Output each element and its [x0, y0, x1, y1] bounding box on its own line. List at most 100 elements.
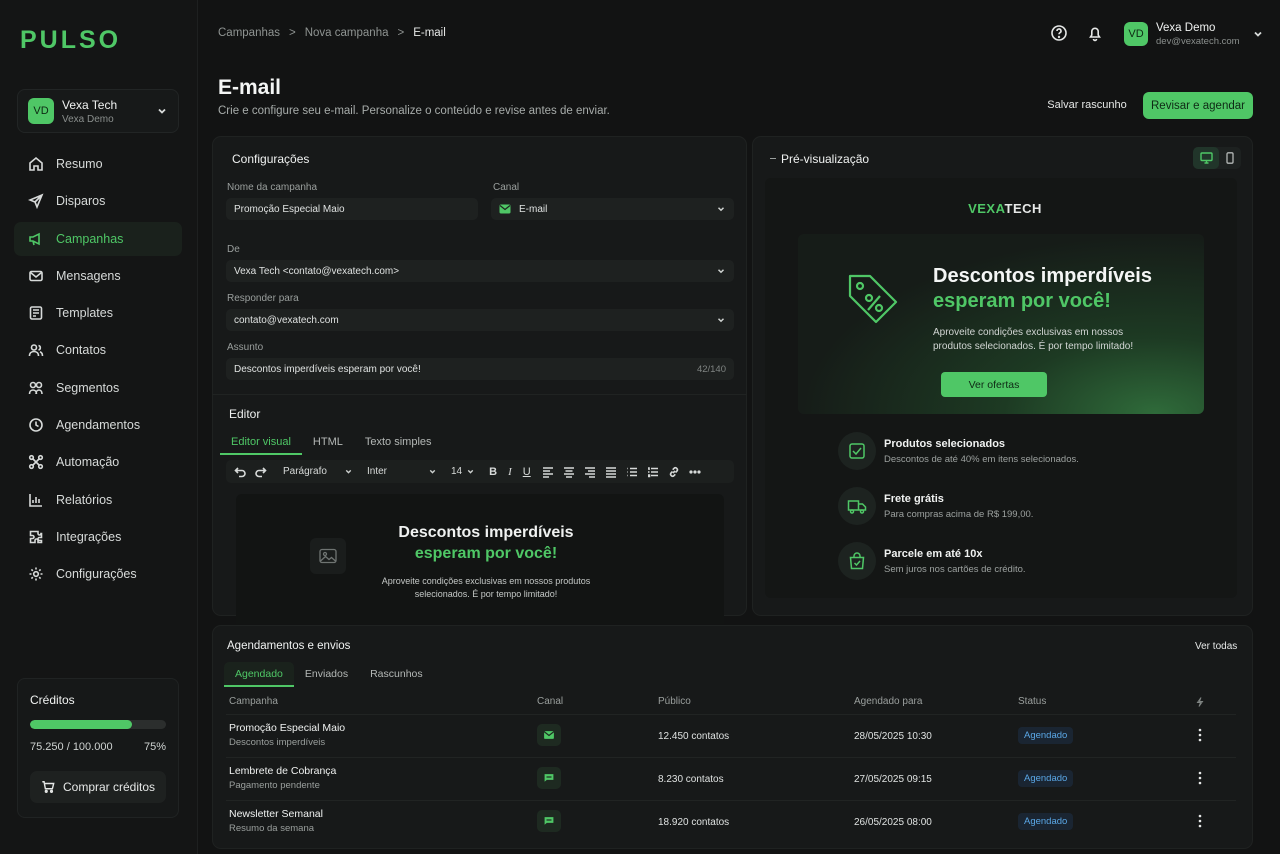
paragraph-select[interactable]: Parágrafo [283, 466, 353, 477]
sidebar-item-agendamentos[interactable]: Agendamentos [14, 408, 182, 442]
users-icon [28, 344, 44, 357]
user-avatar: VD [1124, 22, 1148, 46]
feature-title: Frete grátis [884, 492, 944, 505]
numbered-list-icon[interactable] [647, 466, 659, 478]
chevron-down-icon [158, 108, 166, 114]
table-row[interactable]: Newsletter Semanal Resumo da semana 18.9… [226, 800, 1236, 843]
undo-icon[interactable] [234, 466, 246, 478]
puzzle-icon [29, 530, 43, 544]
italic-button[interactable]: I [508, 466, 512, 478]
mobile-icon [1226, 152, 1234, 164]
review-schedule-button[interactable]: Revisar e agendar [1143, 92, 1253, 119]
campaign-name-input[interactable]: Promoção Especial Maio [226, 198, 478, 220]
subject-input[interactable]: Descontos imperdíveis esperam por você! … [226, 358, 734, 380]
row-audience: 8.230 contatos [658, 774, 724, 785]
font-value: Inter [367, 466, 388, 477]
sidebar: PULSO VD Vexa Tech Vexa Demo Resumo Disp… [0, 0, 198, 854]
sidebar-item-relatorios[interactable]: Relatórios [14, 483, 182, 517]
row-menu-icon[interactable] [1193, 813, 1207, 829]
row-campaign-sub: Resumo da semana [229, 823, 315, 834]
tab-editor-visual[interactable]: Editor visual [220, 430, 302, 455]
mobile-view-button[interactable] [1219, 147, 1241, 169]
megaphone-icon [29, 232, 40, 245]
align-left-icon[interactable] [542, 466, 554, 478]
buy-credits-button[interactable]: Comprar créditos [30, 771, 166, 803]
tab-rascunhos[interactable]: Rascunhos [359, 662, 434, 686]
campaign-name-value: Promoção Especial Maio [234, 203, 345, 215]
align-center-icon[interactable] [563, 466, 575, 478]
bold-button[interactable]: B [489, 466, 497, 478]
tab-agendado[interactable]: Agendado [224, 662, 294, 687]
sidebar-item-label: Disparos [56, 194, 106, 209]
breadcrumb-nova-campanha[interactable]: Nova campanha [305, 27, 389, 39]
sidebar-item-templates[interactable]: Templates [14, 296, 182, 330]
cta-ver-ofertas-button[interactable]: Ver ofertas [941, 372, 1047, 397]
column-header-agendado-para: Agendado para [854, 696, 923, 707]
feature-icon-wrap [838, 542, 876, 580]
sidebar-item-resumo[interactable]: Resumo [14, 147, 182, 181]
sidebar-item-campanhas[interactable]: Campanhas [14, 221, 182, 256]
lightning-icon[interactable] [1196, 697, 1204, 707]
bell-icon[interactable] [1086, 24, 1104, 42]
brand-logo[interactable]: PULSO [20, 26, 121, 55]
sidebar-item-automacao[interactable]: Automação [14, 445, 182, 479]
from-select[interactable]: Vexa Tech <contato@vexatech.com> [226, 260, 734, 282]
sidebar-item-segmentos[interactable]: Segmentos [14, 371, 182, 405]
more-icon[interactable] [689, 466, 701, 478]
tab-html[interactable]: HTML [302, 430, 354, 454]
table-row[interactable]: Promoção Especial Maio Descontos imperdí… [226, 714, 1236, 757]
chevron-down-icon [429, 469, 436, 474]
reply-to-select[interactable]: contato@vexatech.com [226, 309, 734, 331]
user-menu[interactable]: VD Vexa Demo dev@vexatech.com [1124, 18, 1264, 50]
link-icon[interactable] [668, 466, 680, 478]
chevron-down-icon [717, 269, 725, 274]
feature-item: Frete grátis Para compras acima de R$ 19… [838, 487, 1033, 525]
schedule-tabs: Agendado Enviados Rascunhos [224, 662, 434, 687]
discount-tag-icon [848, 274, 898, 324]
user-name: Vexa Demo [1156, 21, 1216, 34]
desktop-view-button[interactable] [1193, 147, 1219, 169]
tab-enviados[interactable]: Enviados [294, 662, 359, 686]
sidebar-item-contatos[interactable]: Contatos [14, 333, 182, 367]
buy-credits-label: Comprar créditos [62, 780, 156, 794]
collapse-icon[interactable] [770, 158, 776, 159]
config-title: Configurações [232, 152, 310, 166]
underline-button[interactable]: U [523, 466, 531, 478]
table-row[interactable]: Lembrete de Cobrança Pagamento pendente … [226, 757, 1236, 800]
mail-icon [543, 729, 555, 741]
breadcrumb-current: E-mail [413, 27, 446, 39]
channel-select[interactable]: E-mail [491, 198, 734, 220]
breadcrumb-campanhas[interactable]: Campanhas [218, 27, 280, 39]
gear-icon [29, 567, 43, 581]
align-justify-icon[interactable] [605, 466, 617, 478]
sidebar-item-configuracoes[interactable]: Configurações [14, 557, 182, 591]
sidebar-item-mensagens[interactable]: Mensagens [14, 259, 182, 293]
channel-value: E-mail [519, 203, 548, 215]
image-placeholder[interactable] [310, 538, 346, 574]
tab-texto-simples[interactable]: Texto simples [354, 430, 443, 454]
workspace-switcher[interactable]: VD Vexa Tech Vexa Demo [17, 89, 179, 133]
column-header-publico: Público [658, 696, 691, 707]
help-icon[interactable] [1050, 24, 1068, 42]
align-right-icon[interactable] [584, 466, 596, 478]
row-menu-icon[interactable] [1193, 727, 1207, 743]
mail-icon [499, 204, 511, 214]
see-all-link[interactable]: Ver todas [1195, 641, 1237, 652]
sidebar-item-disparos[interactable]: Disparos [14, 184, 182, 218]
chat-icon [543, 772, 555, 784]
reply-to-label: Responder para [227, 293, 299, 304]
font-size-select[interactable]: 14 [451, 466, 475, 477]
font-select[interactable]: Inter [367, 466, 437, 477]
canvas-title-line1: Descontos imperdíveis [398, 524, 574, 541]
clock-icon [29, 418, 43, 432]
bullet-list-icon[interactable] [626, 466, 638, 478]
editor-canvas[interactable]: Descontos imperdíveis esperam por você! … [236, 494, 724, 624]
feature-sub: Descontos de até 40% em itens selecionad… [884, 453, 1079, 465]
row-menu-icon[interactable] [1193, 770, 1207, 786]
sidebar-item-integracoes[interactable]: Integrações [14, 520, 182, 554]
redo-icon[interactable] [255, 466, 267, 478]
channel-badge [537, 724, 561, 746]
channel-badge [537, 767, 561, 789]
hero-title-line1: Descontos imperdíveis [933, 265, 1152, 287]
save-draft-button[interactable]: Salvar rascunho [1040, 92, 1134, 118]
